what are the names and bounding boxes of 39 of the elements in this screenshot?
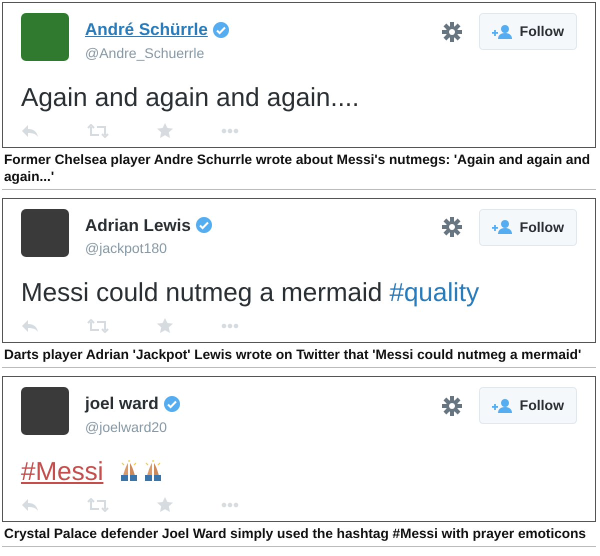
settings-icon[interactable] — [440, 394, 463, 417]
user-handle: @Andre_Schuerrle — [85, 44, 206, 63]
star-icon[interactable] — [157, 122, 173, 139]
more-dots-icon[interactable] — [221, 502, 239, 508]
avatar-photo-placeholder — [21, 208, 69, 257]
praying-hands-icon — [119, 460, 140, 482]
reply-icon[interactable] — [21, 124, 39, 138]
tweet-text: Messi could nutmeg a mermaid #quality — [21, 277, 480, 308]
user-name-link[interactable]: André Schürrle — [85, 17, 208, 42]
avatar-photo-placeholder — [21, 13, 69, 61]
person-plus-icon — [492, 398, 512, 414]
hashtag-link[interactable]: #quality — [389, 277, 480, 308]
star-icon[interactable] — [157, 497, 173, 514]
follow-button[interactable]: Follow — [478, 387, 577, 424]
retweet-icon[interactable] — [87, 124, 109, 138]
photo-caption: Darts player Adrian 'Jackpot' Lewis wrote on Twitter that 'Messi could nutmeg a mermaid' — [2, 343, 596, 368]
follow-button[interactable]: Follow — [478, 208, 577, 246]
user-name-link[interactable]: joel ward — [85, 391, 159, 417]
more-dots-icon[interactable] — [221, 128, 239, 134]
settings-icon[interactable] — [440, 20, 463, 42]
user-handle: @joelward20 — [85, 418, 168, 437]
hashtag-link[interactable]: #Messi — [21, 456, 104, 486]
person-plus-icon — [492, 219, 512, 236]
more-dots-icon[interactable] — [221, 323, 239, 330]
reply-icon[interactable] — [21, 319, 39, 334]
praying-hands-icon — [143, 460, 164, 482]
follow-button[interactable]: Follow — [478, 13, 577, 50]
settings-icon[interactable] — [440, 216, 463, 238]
star-icon[interactable] — [157, 318, 173, 334]
retweet-icon[interactable] — [87, 319, 109, 334]
photo-caption: Crystal Palace defender Joel Ward simply used the hashtag #Messi with prayer emoticons — [2, 522, 596, 547]
person-plus-icon — [492, 24, 512, 40]
user-handle: @jackpot180 — [85, 239, 168, 258]
user-name-link[interactable]: Adrian Lewis — [85, 212, 191, 238]
photo-caption: Former Chelsea player Andre Schurrle wrote about Messi's nutmegs: 'Again and again and again...' — [2, 148, 596, 190]
reply-icon[interactable] — [21, 498, 39, 512]
tweet-text: Again and again and again.... — [21, 82, 360, 113]
avatar-photo-placeholder — [21, 387, 69, 436]
retweet-icon[interactable] — [87, 498, 109, 512]
